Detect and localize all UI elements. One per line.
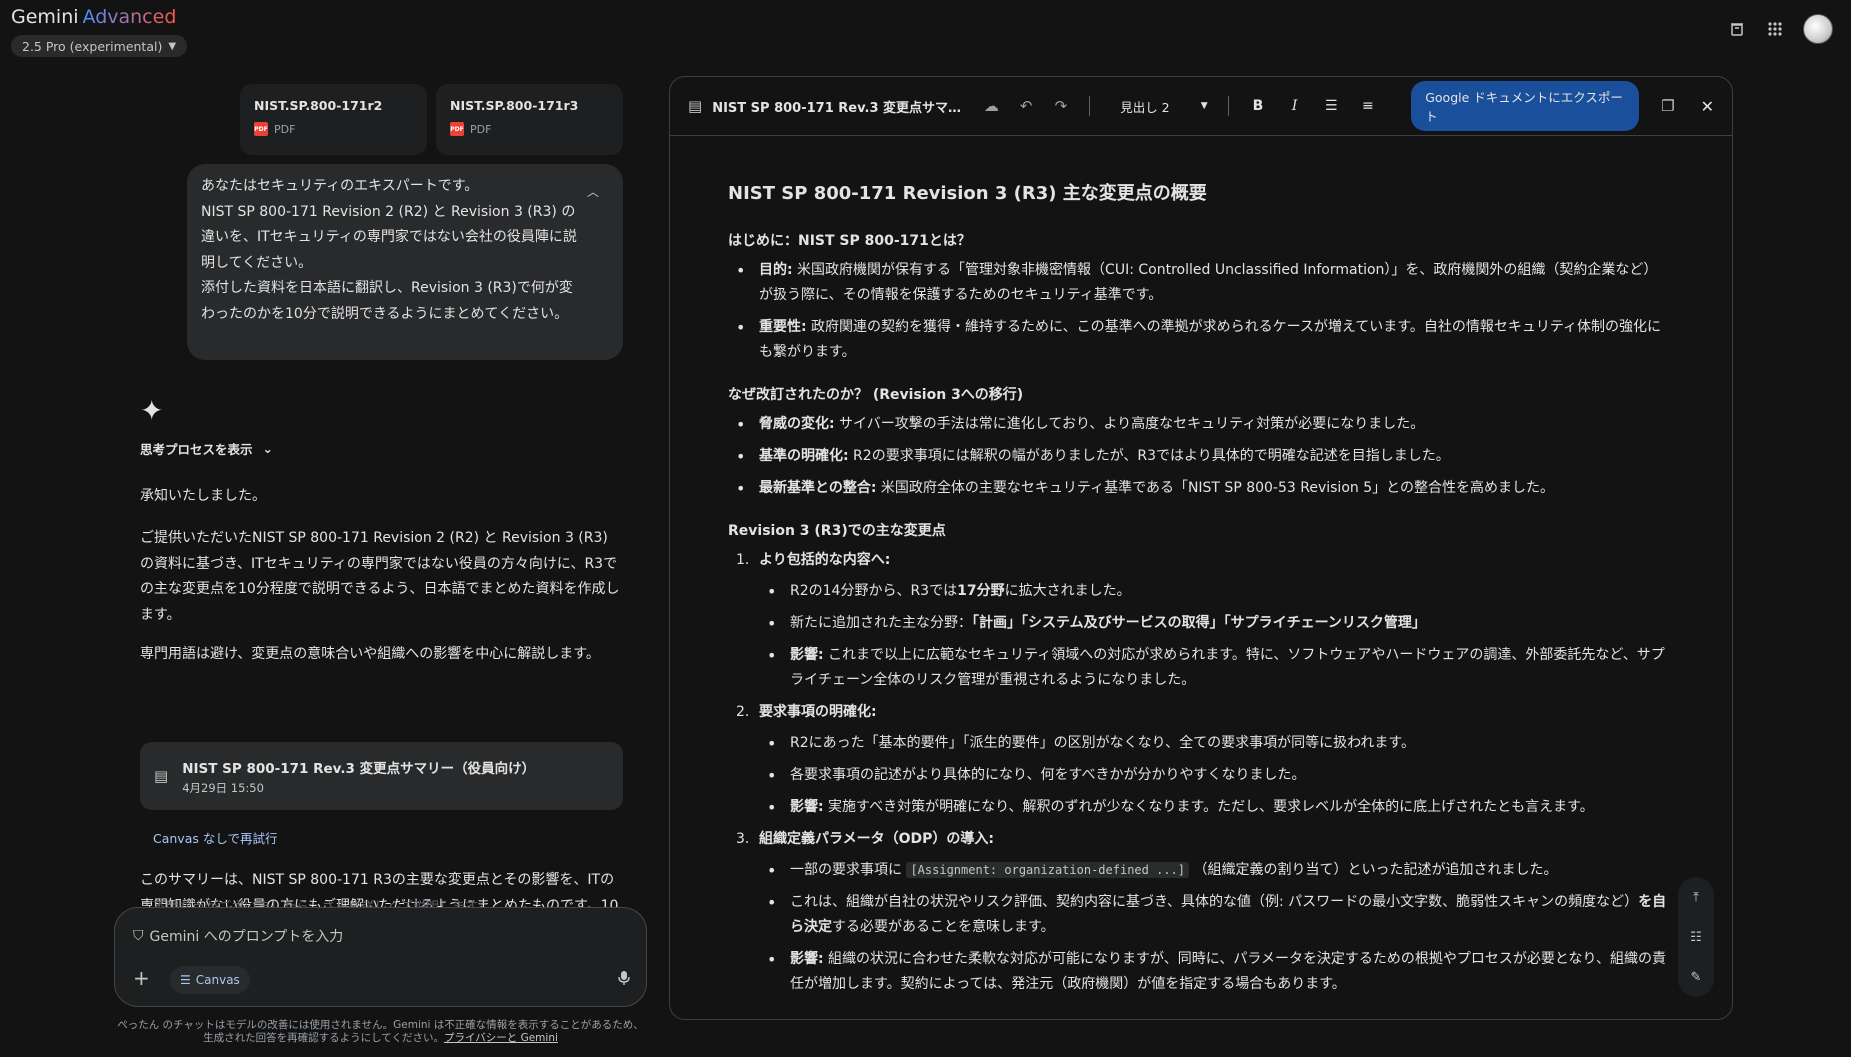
canvas-title[interactable]: NIST SP 800-171 Rev.3 変更点サマリー（役... xyxy=(712,97,969,116)
model-label: 2.5 Pro (experimental) xyxy=(22,38,163,54)
attachment-type: PDF PDF xyxy=(450,122,609,136)
canvas-label: Canvas xyxy=(195,973,240,987)
response-paragraph: ご提供いただいたNIST SP 800-171 Revision 2 (R2) … xyxy=(140,530,620,623)
list-item: R2の14分野から、R3では17分野に拡大されました。 xyxy=(759,579,1668,604)
redo-icon[interactable]: ↷ xyxy=(1049,97,1074,115)
bold-icon[interactable]: B xyxy=(1245,98,1272,114)
edit-icon[interactable]: ✎ xyxy=(1691,970,1702,985)
response-paragraph: 専門用語は避け、変更点の意味合いや組織への影響を中心に解説します。 xyxy=(140,646,600,662)
copy-icon[interactable]: ❐ xyxy=(1661,97,1674,115)
top-icons xyxy=(1727,14,1833,44)
brand-suffix: Advanced xyxy=(82,6,177,28)
response-paragraph: 承知いたしました。 xyxy=(140,488,266,504)
canvas-button[interactable]: ☰ Canvas xyxy=(170,966,250,994)
bullet-list-icon[interactable]: ☰ xyxy=(1318,98,1345,114)
numbered-list-icon[interactable]: ≡ xyxy=(1355,98,1382,114)
list-item: 影響: 実施すべき対策が明確になり、解釈のずれが少なくなります。ただし、要求レベ… xyxy=(759,795,1668,820)
doc-card-time: 4月29日 15:50 xyxy=(182,780,264,795)
pdf-icon: PDF xyxy=(254,122,268,136)
canvas-document[interactable]: NIST SP 800-171 Revision 3 (R3) 主な変更点の概要… xyxy=(728,181,1668,1004)
list-item: R2にあった「基本的要件」「派生的要件」の区別がなくなり、全ての要求事項が同等に… xyxy=(759,731,1668,756)
canvas-icon: ☰ xyxy=(180,973,191,987)
adjust-icon[interactable]: ☷ xyxy=(1690,930,1702,945)
attachment-name: NIST.SP.800-171r3 xyxy=(450,98,579,113)
thinking-label: 思考プロセスを表示 xyxy=(140,442,253,457)
list-item: 最新基準との整合: 米国政府全体の主要なセキュリティ基準である「NIST SP … xyxy=(728,476,1668,501)
user-message-text: あなたはセキュリティのエキスパートです。 NIST SP 800-171 Rev… xyxy=(201,178,577,322)
attachment-type-label: PDF xyxy=(470,122,492,136)
bullet-list: 脅威の変化: サイバー攻撃の手法は常に進化しており、より高度なセキュリティ対策が… xyxy=(728,412,1668,501)
prompt-input[interactable]: ⛉ Gemini へのプロンプトを入力 xyxy=(133,926,343,946)
gemini-spark-icon: ✦ xyxy=(140,394,164,427)
prompt-placeholder: Gemini へのプロンプトを入力 xyxy=(149,929,344,945)
avatar[interactable] xyxy=(1803,14,1833,44)
numbered-item: 2.要求事項の明確化: R2にあった「基本的要件」「派生的要件」の区別がなくなり… xyxy=(728,700,1668,820)
disclaimer-text: ぺったん のチャットはモデルの改善には使用されません。Gemini は不正確な情… xyxy=(117,1019,644,1044)
canvas-panel: ▤ NIST SP 800-171 Rev.3 変更点サマリー（役... ☁ ↶… xyxy=(669,76,1733,1020)
top-bar: Gemini Advanced 2.5 Pro (experimental) ▼ xyxy=(0,0,1851,64)
list-item: 影響: 組織の状況に合わせた柔軟な対応が可能になりますが、同時に、パラメータを決… xyxy=(759,947,1668,997)
caret-down-icon: ▼ xyxy=(1200,101,1208,111)
attachment-type-label: PDF xyxy=(274,122,296,136)
pdf-icon: PDF xyxy=(450,122,464,136)
export-to-docs-button[interactable]: Google ドキュメントにエクスポート xyxy=(1411,81,1640,131)
privacy-link[interactable]: プライバシーと Gemini xyxy=(444,1032,558,1044)
list-item: 影響: これまで以上に広範なセキュリティ領域への対応が求められます。特に、ソフト… xyxy=(759,643,1668,693)
side-tools: ⤒ ☷ ✎ xyxy=(1678,877,1714,997)
caret-down-icon: ▼ xyxy=(168,40,177,52)
section-heading: Revision 3 (R3)での主な変更点 xyxy=(728,523,946,539)
user-message: ︿ あなたはセキュリティのエキスパートです。 NIST SP 800-171 R… xyxy=(187,164,623,360)
section-heading: なぜ改訂されたのか？ (Revision 3への移行) xyxy=(728,387,1024,403)
disclaimer: ぺったん のチャットはモデルの改善には使用されません。Gemini は不正確な情… xyxy=(114,1019,647,1045)
shield-icon: ⛉ xyxy=(133,928,144,944)
attachment-name: NIST.SP.800-171r2 xyxy=(254,98,383,113)
numbered-list: 1.より包括的な内容へ: R2の14分野から、R3では17分野に拡大されました。… xyxy=(728,548,1668,997)
apps-grid-icon[interactable] xyxy=(1765,19,1785,39)
numbered-item: 3.組織定義パラメータ（ODP）の導入: 一部の要求事項に [Assignmen… xyxy=(728,827,1668,997)
attachment-type: PDF PDF xyxy=(254,122,413,136)
text-style-select[interactable]: 見出し 2 ▼ xyxy=(1106,97,1212,116)
scroll-top-icon[interactable]: ⤒ xyxy=(1693,890,1699,905)
list-item: 目的: 米国政府機関が保有する「管理対象非機密情報（CUI: Controlle… xyxy=(728,258,1668,308)
divider xyxy=(1227,96,1229,116)
doc-title: NIST SP 800-171 Revision 3 (R3) 主な変更点の概要 xyxy=(728,183,1207,204)
chat-column: NIST.SP.800-171r2 PDF PDF NIST.SP.800-171… xyxy=(0,64,660,939)
document-icon: ▤ xyxy=(688,97,703,115)
list-item: 一部の要求事項に [Assignment: organization-defin… xyxy=(759,858,1668,883)
brand-name: Gemini xyxy=(11,6,79,28)
document-icon: ▤ xyxy=(154,767,169,785)
close-icon[interactable]: ✕ xyxy=(1701,97,1714,116)
list-item: 基準の明確化: R2の要求事項には解釈の幅がありましたが、R3ではより具体的で明… xyxy=(728,444,1668,469)
trash-icon[interactable] xyxy=(1727,19,1747,39)
chevron-down-icon: ⌄ xyxy=(262,441,273,456)
cloud-icon[interactable]: ☁ xyxy=(979,97,1004,115)
chevron-up-icon[interactable]: ︿ xyxy=(587,180,599,206)
retry-without-canvas-link[interactable]: Canvas なしで再試行 xyxy=(153,828,277,847)
list-item: 脅威の変化: サイバー攻撃の手法は常に進化しており、より高度なセキュリティ対策が… xyxy=(728,412,1668,437)
list-item: 新たに追加された主な分野：「計画」「システム及びサービスの取得」「サプライチェー… xyxy=(759,611,1668,636)
attachment-card[interactable]: NIST.SP.800-171r2 PDF PDF xyxy=(240,84,427,155)
prompt-box[interactable]: ⛉ Gemini へのプロンプトを入力 + ☰ Canvas xyxy=(114,907,647,1007)
section-heading: はじめに：NIST SP 800-171とは？ xyxy=(728,233,971,249)
add-icon[interactable]: + xyxy=(133,966,150,990)
canvas-doc-card[interactable]: ▤ NIST SP 800-171 Rev.3 変更点サマリー（役員向け） 4月… xyxy=(140,742,623,810)
undo-icon[interactable]: ↶ xyxy=(1014,97,1039,115)
divider xyxy=(1089,96,1091,116)
list-item: 各要求事項の記述がより具体的になり、何をすべきかが分かりやすくなりました。 xyxy=(759,763,1668,788)
attachment-card[interactable]: NIST.SP.800-171r3 PDF PDF xyxy=(436,84,623,155)
model-selector[interactable]: 2.5 Pro (experimental) ▼ xyxy=(11,35,188,57)
doc-card-title: NIST SP 800-171 Rev.3 変更点サマリー（役員向け） xyxy=(182,760,536,777)
numbered-item: 1.より包括的な内容へ: R2の14分野から、R3では17分野に拡大されました。… xyxy=(728,548,1668,693)
list-item: これは、組織が自社の状況やリスク評価、契約内容に基づき、具体的な値（例: パスワ… xyxy=(759,890,1668,940)
list-item: 重要性: 政府関連の契約を獲得・維持するために、この基準への準拠が求められるケー… xyxy=(728,315,1668,365)
show-thinking-button[interactable]: 思考プロセスを表示 ⌄ xyxy=(140,439,273,458)
bullet-list: 目的: 米国政府機関が保有する「管理対象非機密情報（CUI: Controlle… xyxy=(728,258,1668,365)
text-style-value: 見出し 2 xyxy=(1120,99,1170,115)
italic-icon[interactable]: I xyxy=(1281,98,1308,114)
mic-icon[interactable] xyxy=(618,970,630,990)
brand-logo[interactable]: Gemini Advanced xyxy=(11,6,176,28)
canvas-toolbar: ▤ NIST SP 800-171 Rev.3 変更点サマリー（役... ☁ ↶… xyxy=(670,77,1732,136)
